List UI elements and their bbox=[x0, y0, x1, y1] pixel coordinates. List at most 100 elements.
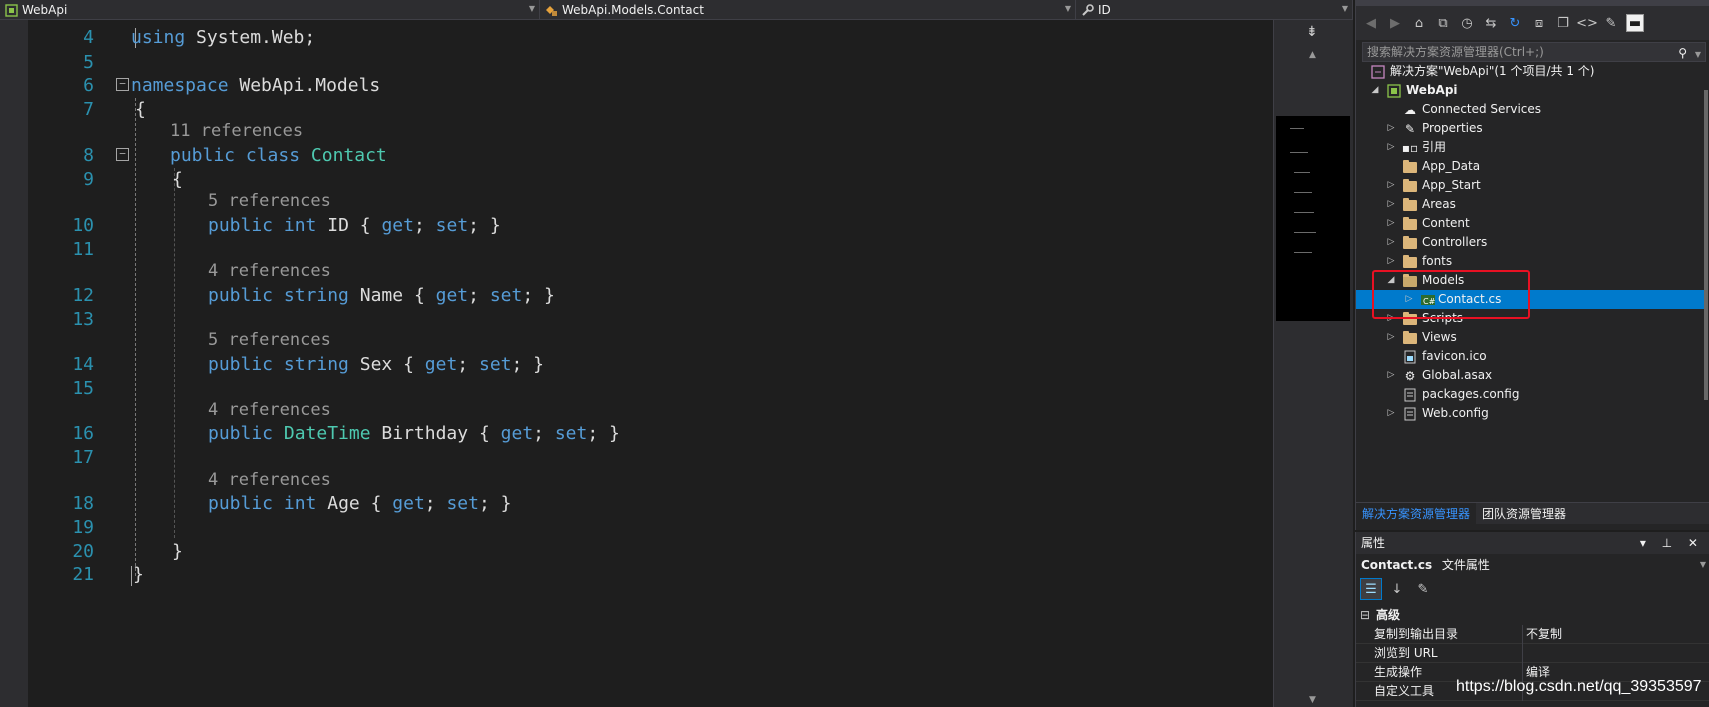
property-row[interactable]: 复制到输出目录 不复制 bbox=[1356, 625, 1709, 644]
collapsed-arrow-icon[interactable]: ▷ bbox=[1386, 252, 1396, 271]
view-code-icon[interactable]: <> bbox=[1576, 14, 1598, 32]
type-dropdown[interactable]: WebApi.Models.Contact ▼ bbox=[540, 0, 1076, 20]
minimap-scrollbar[interactable]: ⇟ ▲ ▼ bbox=[1273, 20, 1353, 707]
property-category[interactable]: ⊟ 高级 bbox=[1356, 606, 1709, 625]
project-dropdown[interactable]: WebApi ▼ bbox=[0, 0, 540, 20]
window-controls[interactable]: ▾ ⊥ ✕ bbox=[1640, 532, 1704, 554]
tree-item-fonts[interactable]: ▷ fonts bbox=[1386, 252, 1686, 271]
line-number: 6 bbox=[83, 75, 94, 96]
tree-item-label: App_Start bbox=[1422, 178, 1481, 192]
keyword: public class bbox=[170, 145, 301, 166]
codelens-references[interactable]: 11 references bbox=[170, 121, 303, 141]
code-text-area[interactable]: 4 5 6 7 8 9 10 11 12 13 14 15 16 17 18 1… bbox=[28, 20, 1273, 707]
keyword: get bbox=[392, 493, 425, 514]
collapsed-arrow-icon[interactable]: ▷ bbox=[1386, 328, 1396, 347]
collapse-all-icon[interactable]: ⧈ bbox=[1530, 14, 1548, 32]
tree-item-app-start[interactable]: ▷ App_Start bbox=[1386, 176, 1686, 195]
tree-item-areas[interactable]: ▷ Areas bbox=[1386, 195, 1686, 214]
codelens-references[interactable]: 4 references bbox=[208, 470, 331, 490]
chevron-down-icon[interactable]: ▼ bbox=[1695, 46, 1701, 64]
property-value[interactable]: 不复制 bbox=[1526, 625, 1562, 644]
collapsed-arrow-icon[interactable]: ▷ bbox=[1386, 119, 1396, 138]
collapsed-arrow-icon[interactable]: ▷ bbox=[1386, 233, 1396, 252]
code-line: public int Age { get; set; } bbox=[208, 493, 512, 514]
tab-solution-explorer[interactable]: 解决方案资源管理器 bbox=[1356, 503, 1477, 524]
switch-views-icon[interactable]: ⧉ bbox=[1434, 14, 1452, 32]
search-placeholder: 搜索解决方案资源管理器(Ctrl+;) bbox=[1367, 45, 1544, 59]
codelens-references[interactable]: 5 references bbox=[208, 330, 331, 350]
property-row[interactable]: 浏览到 URL bbox=[1356, 644, 1709, 663]
keyword: public bbox=[208, 285, 274, 306]
collapsed-arrow-icon[interactable]: ▷ bbox=[1386, 366, 1396, 385]
minimap-line bbox=[1294, 232, 1316, 233]
code-line: public string Sex { get; set; } bbox=[208, 354, 545, 375]
refresh-icon[interactable]: ↻ bbox=[1506, 14, 1524, 32]
property-name: 浏览到 URL bbox=[1374, 646, 1438, 660]
search-icon[interactable]: ⚲ bbox=[1678, 44, 1687, 62]
scroll-down-icon[interactable]: ▼ bbox=[1309, 695, 1316, 705]
scroll-up-icon[interactable]: ▲ bbox=[1309, 50, 1316, 60]
object-selector[interactable]: Contact.cs 文件属性 ▼ bbox=[1356, 554, 1709, 576]
properties-wrench-icon[interactable]: ✎ bbox=[1602, 14, 1620, 32]
show-all-files-icon[interactable]: ❐ bbox=[1554, 14, 1572, 32]
member-dropdown[interactable]: ID ▼ bbox=[1076, 0, 1353, 20]
tree-item-references[interactable]: ▷ ▪▫ 引用 bbox=[1386, 138, 1686, 157]
folder-icon bbox=[1402, 254, 1418, 270]
tree-item-web-config[interactable]: ▷ Web.config bbox=[1386, 404, 1686, 423]
collapse-toggle[interactable]: − bbox=[116, 78, 129, 91]
tree-item-packages-config[interactable]: packages.config bbox=[1386, 385, 1686, 404]
line-number: 4 bbox=[83, 27, 94, 48]
tree-item-connected-services[interactable]: ☁ Connected Services bbox=[1386, 100, 1686, 119]
code-line: namespace WebApi.Models bbox=[131, 74, 380, 98]
collapsed-arrow-icon[interactable]: ▷ bbox=[1386, 195, 1396, 214]
pending-changes-icon[interactable]: ◷ bbox=[1458, 14, 1476, 32]
tree-item-favicon[interactable]: favicon.ico bbox=[1386, 347, 1686, 366]
line-number: 7 bbox=[83, 99, 94, 120]
code-text: System.Web; bbox=[185, 27, 316, 48]
tree-item-app-data[interactable]: App_Data bbox=[1386, 157, 1686, 176]
code-line: { bbox=[135, 99, 146, 120]
chevron-down-icon[interactable]: ▼ bbox=[1700, 554, 1706, 576]
annotation-highlight-box bbox=[1372, 270, 1530, 319]
code-editor[interactable]: WebApi ▼ WebApi.Models.Contact ▼ ID ▼ 4 … bbox=[0, 0, 1353, 707]
forward-icon[interactable]: ▶ bbox=[1386, 14, 1404, 32]
tree-item-controllers[interactable]: ▷ Controllers bbox=[1386, 233, 1686, 252]
categorized-icon[interactable]: ☰ bbox=[1360, 578, 1382, 600]
outline-guide bbox=[131, 566, 132, 586]
codelens-references[interactable]: 4 references bbox=[208, 261, 331, 281]
sync-icon[interactable]: ⇆ bbox=[1482, 14, 1500, 32]
minimap-viewport[interactable] bbox=[1276, 116, 1350, 321]
properties-titlebar: 属性 ▾ ⊥ ✕ bbox=[1356, 532, 1709, 554]
keyword: get bbox=[435, 285, 469, 306]
keyword: public bbox=[208, 493, 274, 514]
back-icon[interactable]: ◀ bbox=[1362, 14, 1380, 32]
vertical-scrollbar[interactable] bbox=[1704, 90, 1708, 400]
project-dropdown-label: WebApi bbox=[22, 3, 68, 17]
home-icon[interactable]: ⌂ bbox=[1410, 14, 1428, 32]
collapse-toggle[interactable]: − bbox=[116, 148, 129, 161]
solution-search-input[interactable]: 搜索解决方案资源管理器(Ctrl+;) ⚲ ▼ bbox=[1362, 42, 1706, 62]
expanded-arrow-icon[interactable]: ◢ bbox=[1370, 81, 1380, 100]
alphabetical-icon[interactable]: ↓ bbox=[1386, 578, 1408, 600]
tree-item-global-asax[interactable]: ▷ ⚙ Global.asax bbox=[1386, 366, 1686, 385]
split-window-icon[interactable]: ⇟ bbox=[1306, 24, 1318, 40]
collapsed-arrow-icon[interactable]: ▷ bbox=[1386, 176, 1396, 195]
tree-item-views[interactable]: ▷ Views bbox=[1386, 328, 1686, 347]
tree-item-content[interactable]: ▷ Content bbox=[1386, 214, 1686, 233]
code-line: { bbox=[172, 169, 183, 190]
collapse-toggle[interactable]: ⊟ bbox=[1360, 606, 1370, 625]
collapsed-arrow-icon[interactable]: ▷ bbox=[1386, 404, 1396, 423]
preview-icon[interactable]: ▬ bbox=[1626, 14, 1644, 32]
collapsed-arrow-icon[interactable]: ▷ bbox=[1386, 214, 1396, 233]
tree-item-label: Areas bbox=[1422, 197, 1456, 211]
codelens-references[interactable]: 4 references bbox=[208, 400, 331, 420]
codelens-references[interactable]: 5 references bbox=[208, 191, 331, 211]
code-line: } bbox=[172, 541, 183, 562]
tab-team-explorer[interactable]: 团队资源管理器 bbox=[1476, 503, 1572, 524]
collapsed-arrow-icon[interactable]: ▷ bbox=[1386, 138, 1396, 157]
property-pages-icon[interactable]: ✎ bbox=[1412, 578, 1434, 600]
tree-item-label: Views bbox=[1422, 330, 1457, 344]
line-number: 8 bbox=[83, 145, 94, 166]
tree-item-properties[interactable]: ▷ ✎ Properties bbox=[1386, 119, 1686, 138]
folder-icon bbox=[1402, 197, 1418, 213]
